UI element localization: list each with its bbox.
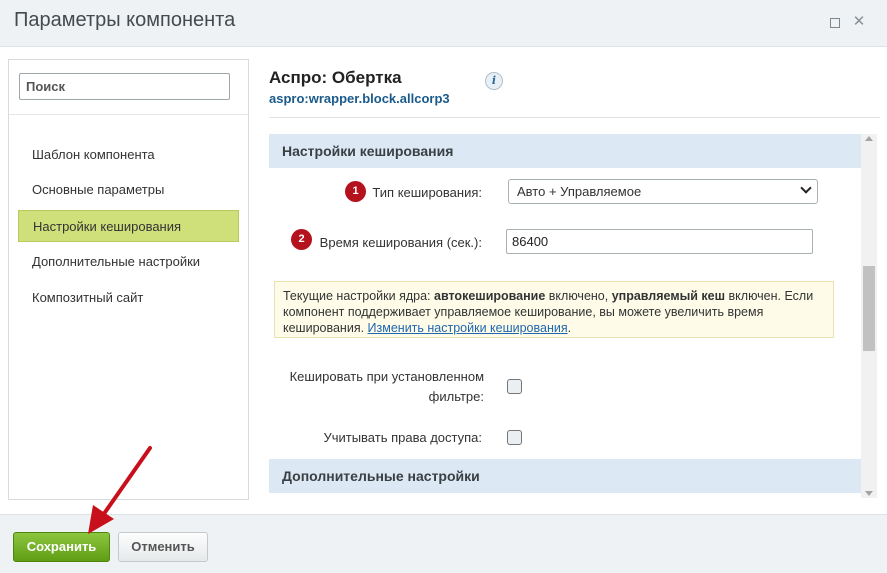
note-bold: автокеширование [434, 289, 546, 303]
cache-type-label: Тип кеширования: [372, 185, 482, 200]
chevron-down-icon [800, 182, 812, 194]
sidebar: Шаблон компонента Основные параметры Нас… [8, 59, 249, 500]
sidebar-item-additional[interactable]: Дополнительные настройки [18, 246, 239, 278]
scroll-thumb[interactable] [863, 266, 875, 351]
note-text: Текущие настройки ядра: [283, 289, 434, 303]
component-id: aspro:wrapper.block.allcorp3 [269, 91, 450, 106]
header-divider [269, 117, 880, 118]
marker-2: 2 [291, 229, 312, 250]
sidebar-divider [9, 114, 248, 115]
sidebar-item-composite[interactable]: Композитный сайт [18, 282, 239, 314]
change-cache-settings-link[interactable]: Изменить настройки кеширования [368, 321, 568, 335]
cache-type-value: Авто + Управляемое [517, 184, 642, 199]
settings-content: Аспро: Обертка aspro:wrapper.block.allco… [260, 59, 887, 500]
cancel-button[interactable]: Отменить [118, 532, 208, 562]
cache-filter-label-line2: фильтре: [428, 389, 484, 404]
cache-type-select[interactable]: Авто + Управляемое [508, 179, 818, 204]
title-bar: Параметры компонента ✕ [0, 0, 887, 47]
info-icon[interactable]: i [485, 72, 503, 90]
window-title: Параметры компонента [14, 9, 236, 31]
save-button[interactable]: Сохранить [13, 532, 110, 562]
sidebar-item-template[interactable]: Шаблон компонента [18, 139, 239, 171]
cache-time-input[interactable] [506, 229, 813, 254]
cache-filter-checkbox[interactable] [507, 379, 522, 394]
cache-info-note: Текущие настройки ядра: автокеширование … [274, 281, 834, 338]
sidebar-item-caching[interactable]: Настройки кеширования [18, 210, 239, 242]
note-text: . [567, 321, 572, 335]
additional-section-header: Дополнительные настройки [269, 459, 863, 493]
scroll-up-icon[interactable] [865, 136, 873, 141]
access-rights-label: Учитывать права доступа: [323, 430, 482, 445]
marker-1: 1 [345, 181, 366, 202]
search-input[interactable] [19, 73, 230, 100]
note-text: включено, [545, 289, 612, 303]
close-icon[interactable]: ✕ [851, 14, 867, 30]
scroll-down-icon[interactable] [865, 491, 873, 496]
caching-section-header: Настройки кеширования [269, 134, 863, 168]
scrollbar[interactable] [861, 134, 877, 498]
note-bold: управляемый кеш [611, 289, 726, 303]
access-rights-checkbox[interactable] [507, 430, 522, 445]
component-title: Аспро: Обертка [269, 68, 402, 87]
dialog-footer: Сохранить Отменить [0, 514, 887, 573]
sidebar-item-main-params[interactable]: Основные параметры [18, 174, 239, 206]
cache-filter-label-line1: Кешировать при установленном [289, 369, 484, 384]
cache-time-label: Время кеширования (сек.): [319, 235, 482, 250]
maximize-icon[interactable] [826, 14, 842, 30]
